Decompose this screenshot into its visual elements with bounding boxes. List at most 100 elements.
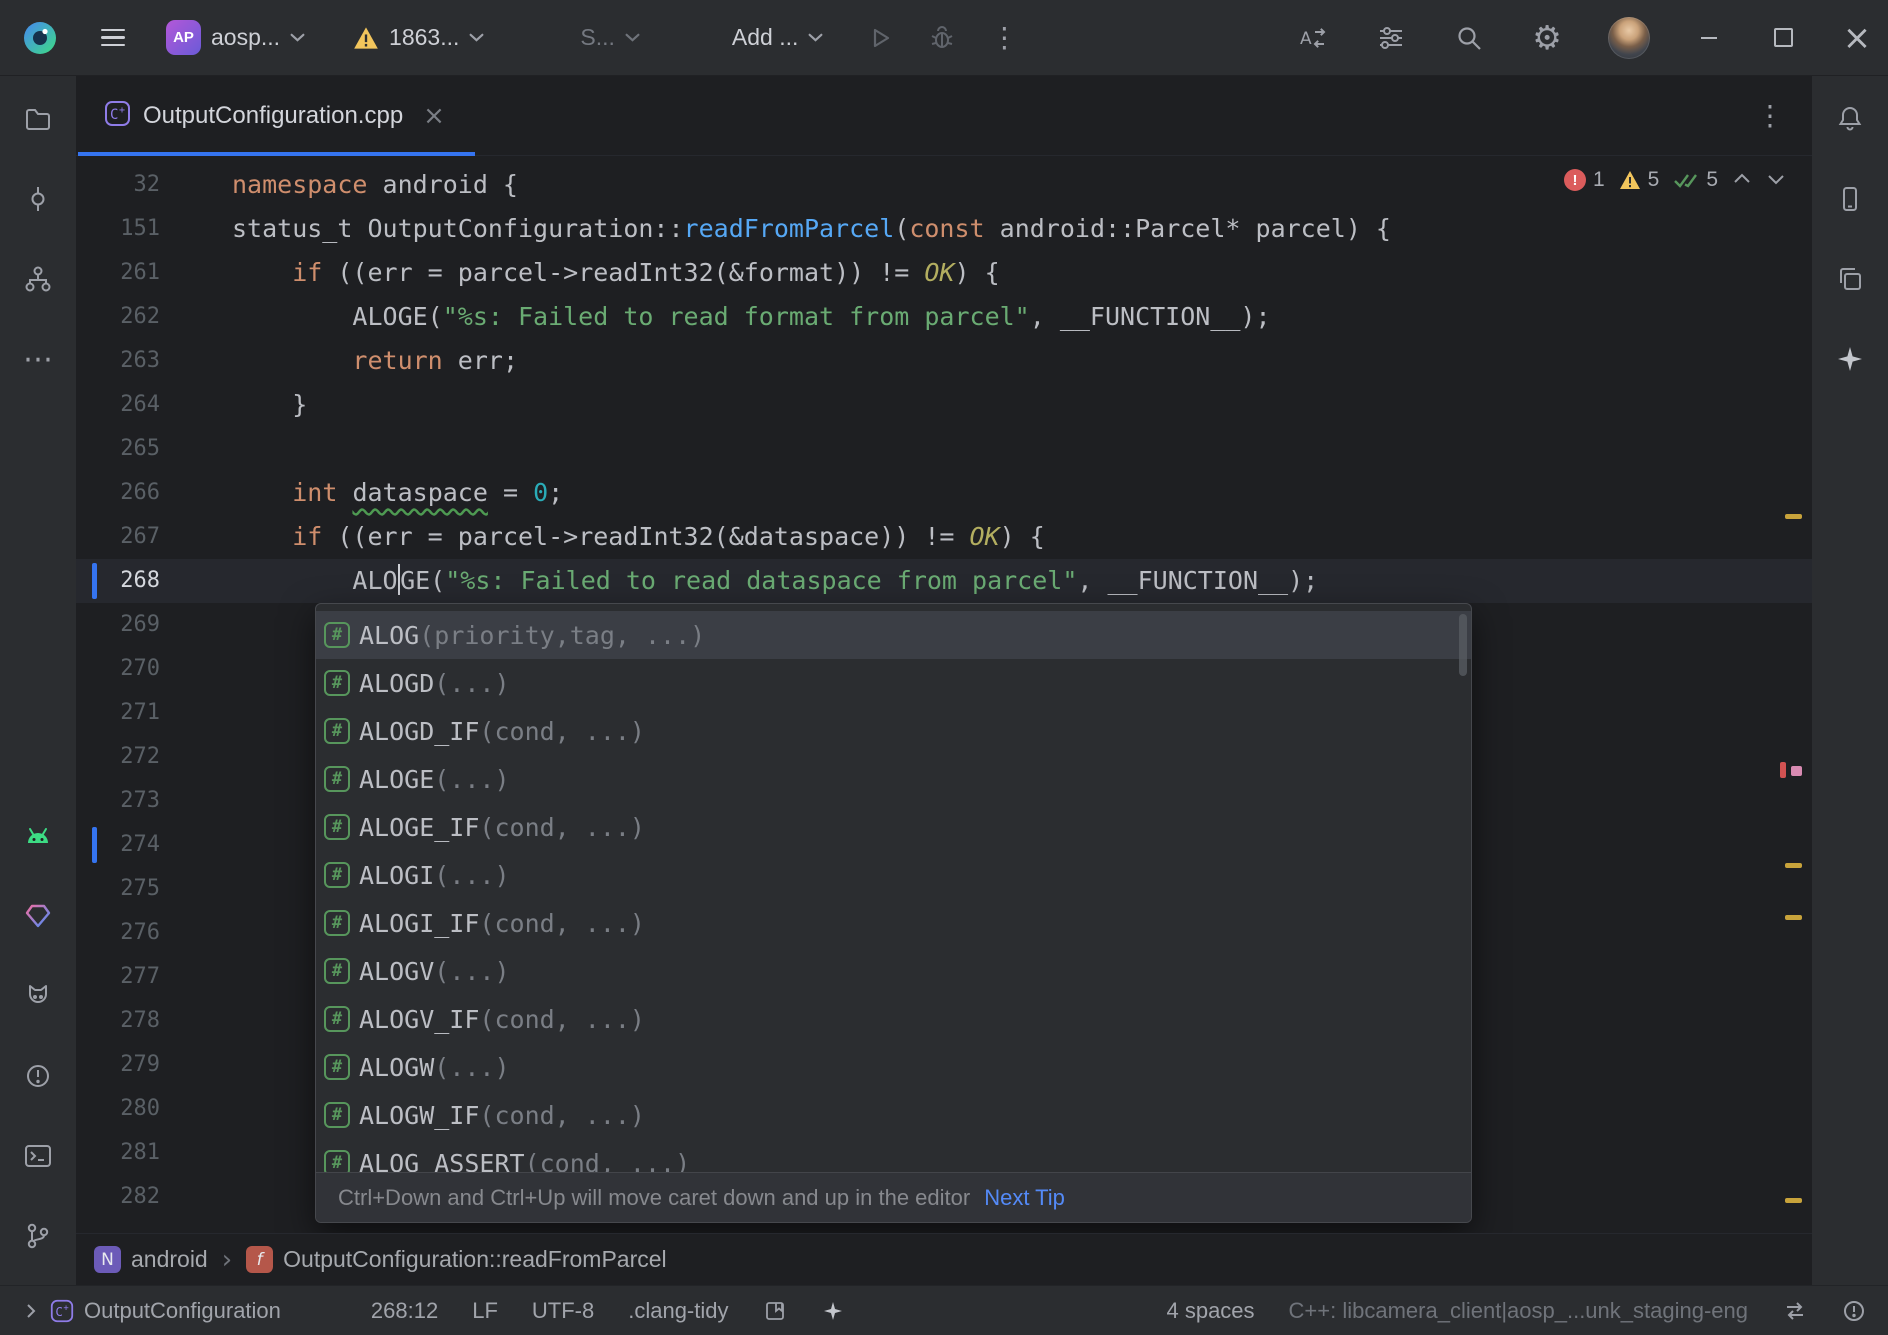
line-number[interactable]: 262	[76, 295, 232, 339]
completion-item[interactable]: #ALOGI_IF(cond, ...)	[316, 899, 1471, 947]
scroll-marker-warning[interactable]	[1785, 863, 1802, 868]
device-selector[interactable]: S...	[580, 24, 640, 51]
completion-item[interactable]: #ALOGW_IF(cond, ...)	[316, 1091, 1471, 1139]
code-line[interactable]: 267 if ((err = parcel->readInt32(&datasp…	[76, 515, 1812, 559]
breadcrumb-item[interactable]: Nandroid	[94, 1246, 208, 1273]
indent-setting[interactable]: 4 spaces	[1166, 1298, 1254, 1324]
line-number[interactable]: 269	[76, 603, 232, 647]
line-number[interactable]: 261	[76, 251, 232, 295]
passed-count[interactable]: 5	[1673, 168, 1718, 192]
settings-sliders-icon[interactable]	[1374, 21, 1408, 55]
scroll-marker-warning[interactable]	[1785, 915, 1802, 920]
alert-circle-icon[interactable]	[21, 1059, 55, 1093]
completion-item[interactable]: #ALOG(priority,tag, ...)	[316, 611, 1471, 659]
close-tab-icon[interactable]: ×	[423, 101, 445, 131]
chevron-up-icon[interactable]	[1732, 168, 1752, 192]
line-number[interactable]: 275	[76, 867, 232, 911]
line-number[interactable]: 263	[76, 339, 232, 383]
error-indicator-icon[interactable]	[1842, 1299, 1866, 1323]
completion-item[interactable]: #ALOGV_IF(cond, ...)	[316, 995, 1471, 1043]
bell-icon[interactable]	[1833, 102, 1867, 136]
line-number[interactable]: 273	[76, 779, 232, 823]
ai-sparkle-icon[interactable]	[821, 1299, 845, 1323]
scroll-marker-warning[interactable]	[1785, 514, 1802, 519]
line-number[interactable]: 268	[76, 559, 232, 603]
line-number[interactable]: 151	[76, 207, 232, 251]
completion-item[interactable]: #ALOGE(...)	[316, 755, 1471, 803]
error-count[interactable]: ! 1	[1564, 168, 1605, 192]
maximize-icon[interactable]	[1768, 23, 1798, 53]
code-line[interactable]: 266 int dataspace = 0;	[76, 471, 1812, 515]
close-window-icon[interactable]: ×	[1842, 23, 1872, 53]
line-number[interactable]: 276	[76, 911, 232, 955]
code-line[interactable]: 32namespace android {	[76, 163, 1812, 207]
next-tip-link[interactable]: Next Tip	[984, 1185, 1065, 1211]
search-icon[interactable]	[1452, 21, 1486, 55]
analyzer-config[interactable]: .clang-tidy	[628, 1298, 728, 1324]
warning-count[interactable]: 5	[1619, 168, 1660, 192]
code-line[interactable]: 268 ALOGE("%s: Failed to read dataspace …	[76, 559, 1812, 603]
logcat-cat-icon[interactable]	[21, 979, 55, 1013]
sparkle-icon[interactable]	[1833, 342, 1867, 376]
debug-bug-icon[interactable]	[925, 21, 959, 55]
line-number[interactable]: 272	[76, 735, 232, 779]
swap-arrows-icon[interactable]	[1782, 1298, 1808, 1324]
translate-icon[interactable]: A	[1296, 21, 1330, 55]
run-icon[interactable]	[863, 21, 897, 55]
line-number[interactable]: 32	[76, 163, 232, 207]
line-number[interactable]: 278	[76, 999, 232, 1043]
editor[interactable]: 32namespace android {151status_t OutputC…	[76, 156, 1812, 1233]
gem-icon[interactable]	[21, 899, 55, 933]
reader-mode-icon[interactable]	[763, 1299, 787, 1323]
completion-item[interactable]: #ALOGE_IF(cond, ...)	[316, 803, 1471, 851]
completion-item[interactable]: #ALOGI(...)	[316, 851, 1471, 899]
code-line[interactable]: 151status_t OutputConfiguration::readFro…	[76, 207, 1812, 251]
chevron-right-icon[interactable]	[22, 1302, 40, 1320]
more-vertical-icon[interactable]: ⋮	[987, 21, 1021, 55]
minimize-icon[interactable]	[1694, 23, 1724, 53]
code-line[interactable]: 262 ALOGE("%s: Failed to read format fro…	[76, 295, 1812, 339]
line-number[interactable]: 282	[76, 1175, 232, 1219]
line-separator[interactable]: LF	[472, 1298, 498, 1324]
commit-icon[interactable]	[21, 182, 55, 216]
device-phone-icon[interactable]	[1833, 182, 1867, 216]
file-encoding[interactable]: UTF-8	[532, 1298, 594, 1324]
line-number[interactable]: 270	[76, 647, 232, 691]
folder-icon[interactable]	[21, 102, 55, 136]
scroll-marker-warning[interactable]	[1785, 1198, 1802, 1203]
hierarchy-icon[interactable]	[21, 262, 55, 296]
caret-position[interactable]: 268:12	[371, 1298, 438, 1324]
line-number[interactable]: 271	[76, 691, 232, 735]
code-line[interactable]: 265	[76, 427, 1812, 471]
completion-item[interactable]: #ALOGV(...)	[316, 947, 1471, 995]
line-number[interactable]: 274	[76, 823, 232, 867]
hamburger-menu-icon[interactable]	[96, 21, 130, 55]
vcs-branch-widget[interactable]: 1863...	[353, 24, 484, 51]
line-number[interactable]: 281	[76, 1131, 232, 1175]
completion-item[interactable]: #ALOGD_IF(cond, ...)	[316, 707, 1471, 755]
code-line[interactable]: 264 }	[76, 383, 1812, 427]
popup-scrollbar[interactable]	[1459, 614, 1467, 676]
gear-icon[interactable]: ⚙	[1530, 21, 1564, 55]
tab-outputconfiguration-cpp[interactable]: C+ OutputConfiguration.cpp ×	[78, 76, 475, 155]
line-number[interactable]: 266	[76, 471, 232, 515]
line-number[interactable]: 280	[76, 1087, 232, 1131]
terminal-icon[interactable]	[21, 1139, 55, 1173]
more-horizontal-icon[interactable]: ⋯	[21, 342, 55, 376]
layers-icon[interactable]	[1833, 262, 1867, 296]
code-line[interactable]: 263 return err;	[76, 339, 1812, 383]
scroll-marker-error[interactable]	[1780, 762, 1786, 778]
breadcrumb-item[interactable]: fOutputConfiguration::readFromParcel	[246, 1246, 667, 1273]
line-number[interactable]: 267	[76, 515, 232, 559]
line-number[interactable]: 277	[76, 955, 232, 999]
code-line[interactable]: 261 if ((err = parcel->readInt32(&format…	[76, 251, 1812, 295]
line-number[interactable]: 264	[76, 383, 232, 427]
avatar[interactable]	[1608, 17, 1650, 59]
android-icon[interactable]	[21, 819, 55, 853]
more-vertical-icon[interactable]: ⋮	[1756, 99, 1784, 132]
line-number[interactable]: 279	[76, 1043, 232, 1087]
git-branch-icon[interactable]	[21, 1219, 55, 1253]
completion-item[interactable]: #ALOGD(...)	[316, 659, 1471, 707]
toolchain-label[interactable]: C++: libcamera_client|aosp_...unk_stagin…	[1289, 1298, 1748, 1324]
line-number[interactable]: 265	[76, 427, 232, 471]
